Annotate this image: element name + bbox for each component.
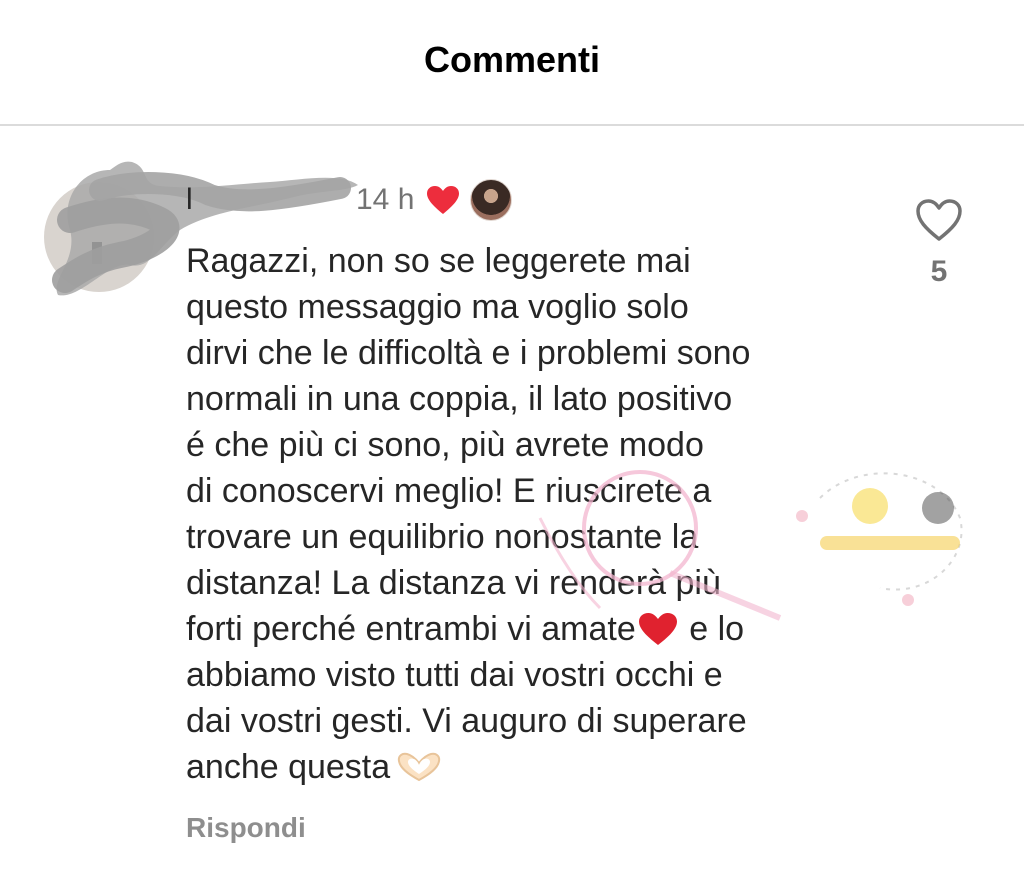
reply-button[interactable]: Rispondi xyxy=(186,812,306,844)
comment-timestamp: 14 h xyxy=(356,183,415,216)
heart-hands-emoji-icon xyxy=(398,752,441,782)
like-column: 5 xyxy=(912,198,966,289)
red-heart-emoji-icon xyxy=(638,613,677,645)
comments-screen: Commenti l 14 h Ragazzi, non so se legge… xyxy=(0,0,1024,892)
comments-header: Commenti xyxy=(0,0,1024,126)
comment-text-part1: Ragazzi, non so se leggerete mai questo … xyxy=(186,242,751,648)
comment-username[interactable]: l xyxy=(186,183,354,217)
comment-text: Ragazzi, non so se leggerete mai questo … xyxy=(186,238,886,790)
heart-filled-icon xyxy=(427,186,460,214)
heart-outline-icon[interactable] xyxy=(915,198,963,242)
page-title: Commenti xyxy=(423,39,600,80)
like-count: 5 xyxy=(930,255,948,288)
comment-meta: l 14 h xyxy=(186,172,513,228)
creator-avatar xyxy=(470,179,513,221)
